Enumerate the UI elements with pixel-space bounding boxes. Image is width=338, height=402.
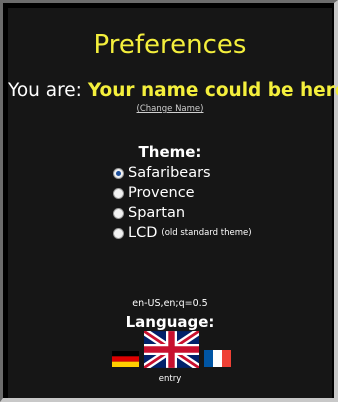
theme-option-provence[interactable]: Provence [113,183,252,203]
theme-option-spartan[interactable]: Spartan [113,203,252,223]
change-name-link[interactable]: (Change Name) [8,104,332,114]
user-line: You are: Your name could be here [8,80,338,102]
theme-heading: Theme: [138,143,202,161]
theme-option-label: Provence [128,185,195,201]
language-heading: Language: [125,313,215,331]
language-flags [8,331,332,371]
radio-selected-icon[interactable] [113,167,124,179]
radio-icon[interactable] [113,187,124,199]
footer-entry-text: entry [158,374,182,384]
uk-flag-icon[interactable] [144,331,199,368]
you-are-label: You are: [8,80,82,101]
user-name: Your name could be here [87,80,338,101]
theme-option-label: LCD [128,225,158,241]
radio-icon[interactable] [113,227,124,239]
accept-language-text: en-US,en;q=0.5 [132,298,208,309]
theme-option-note: (old standard theme) [161,228,252,238]
theme-option-lcd[interactable]: LCD (old standard theme) [113,223,252,243]
theme-option-label: Safaribears [128,165,211,181]
german-flag-icon[interactable] [112,351,139,367]
theme-option-label: Spartan [128,205,186,221]
theme-option-safaribears[interactable]: Safaribears [113,163,252,183]
theme-options: Safaribears Provence Spartan LCD (old st… [113,163,252,243]
page-title: Preferences [93,30,247,60]
preferences-window: Preferences You are: Your name could be … [0,0,338,402]
french-flag-icon[interactable] [204,350,231,367]
preferences-panel: Preferences You are: Your name could be … [8,8,338,398]
radio-icon[interactable] [113,207,124,219]
